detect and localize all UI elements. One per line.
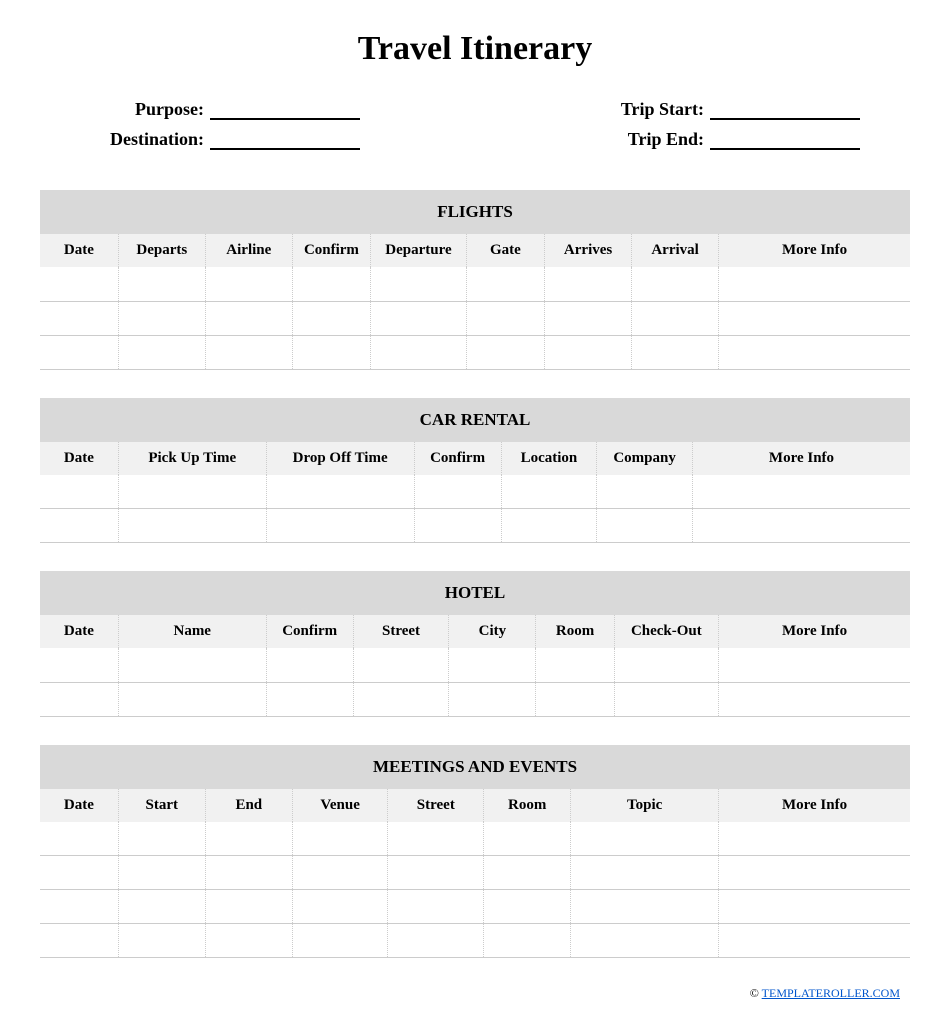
table-row[interactable] bbox=[40, 822, 910, 856]
table-row[interactable] bbox=[40, 924, 910, 958]
table-row[interactable] bbox=[40, 856, 910, 890]
flights-col-moreinfo: More Info bbox=[719, 234, 910, 267]
table-row[interactable] bbox=[40, 301, 910, 335]
flights-col-departs: Departs bbox=[118, 234, 205, 267]
meet-col-start: Start bbox=[118, 789, 205, 822]
flights-col-date: Date bbox=[40, 234, 118, 267]
hotel-col-city: City bbox=[449, 615, 536, 648]
meet-col-venue: Venue bbox=[292, 789, 388, 822]
hotel-col-room: Room bbox=[536, 615, 614, 648]
car-col-location: Location bbox=[501, 442, 597, 475]
car-col-date: Date bbox=[40, 442, 118, 475]
flights-col-arrival: Arrival bbox=[632, 234, 719, 267]
flights-col-confirm: Confirm bbox=[292, 234, 370, 267]
car-rental-table: Date Pick Up Time Drop Off Time Confirm … bbox=[40, 442, 910, 544]
hotel-col-name: Name bbox=[118, 615, 266, 648]
hotel-col-moreinfo: More Info bbox=[719, 615, 910, 648]
meet-col-topic: Topic bbox=[571, 789, 719, 822]
table-row[interactable] bbox=[40, 890, 910, 924]
car-col-moreinfo: More Info bbox=[692, 442, 910, 475]
car-rental-section: CAR RENTAL Date Pick Up Time Drop Off Ti… bbox=[40, 398, 910, 544]
flights-section: FLIGHTS Date Departs Airline Confirm Dep… bbox=[40, 190, 910, 370]
hotel-title: HOTEL bbox=[40, 571, 910, 615]
page-title: Travel Itinerary bbox=[40, 30, 910, 68]
hotel-table: Date Name Confirm Street City Room Check… bbox=[40, 615, 910, 717]
flights-table: Date Departs Airline Confirm Departure G… bbox=[40, 234, 910, 370]
meetings-title: MEETINGS AND EVENTS bbox=[40, 745, 910, 789]
meetings-table: Date Start End Venue Street Room Topic M… bbox=[40, 789, 910, 959]
car-col-pickup: Pick Up Time bbox=[118, 442, 266, 475]
hotel-section: HOTEL Date Name Confirm Street City Room… bbox=[40, 571, 910, 717]
meet-col-street: Street bbox=[388, 789, 484, 822]
table-row[interactable] bbox=[40, 475, 910, 509]
destination-label: Destination: bbox=[90, 129, 210, 150]
trip-end-input[interactable] bbox=[710, 128, 860, 150]
destination-input[interactable] bbox=[210, 128, 360, 150]
footer-link[interactable]: TEMPLATEROLLER.COM bbox=[762, 986, 900, 1000]
hotel-col-street: Street bbox=[353, 615, 449, 648]
meet-col-date: Date bbox=[40, 789, 118, 822]
car-col-dropoff: Drop Off Time bbox=[266, 442, 414, 475]
table-row[interactable] bbox=[40, 267, 910, 301]
meet-col-moreinfo: More Info bbox=[719, 789, 910, 822]
table-row[interactable] bbox=[40, 335, 910, 369]
purpose-label: Purpose: bbox=[90, 99, 210, 120]
hotel-col-checkout: Check-Out bbox=[614, 615, 718, 648]
meet-col-end: End bbox=[205, 789, 292, 822]
meetings-section: MEETINGS AND EVENTS Date Start End Venue… bbox=[40, 745, 910, 959]
flights-col-arrives: Arrives bbox=[545, 234, 632, 267]
flights-col-airline: Airline bbox=[205, 234, 292, 267]
footer: © TEMPLATEROLLER.COM bbox=[40, 986, 910, 1001]
trip-end-label: Trip End: bbox=[590, 129, 710, 150]
hotel-col-confirm: Confirm bbox=[266, 615, 353, 648]
table-row[interactable] bbox=[40, 682, 910, 716]
header-fields: Purpose: Destination: Trip Start: Trip E… bbox=[90, 98, 860, 150]
table-row[interactable] bbox=[40, 648, 910, 682]
car-col-company: Company bbox=[597, 442, 693, 475]
car-col-confirm: Confirm bbox=[414, 442, 501, 475]
flights-col-gate: Gate bbox=[466, 234, 544, 267]
car-rental-title: CAR RENTAL bbox=[40, 398, 910, 442]
trip-start-input[interactable] bbox=[710, 98, 860, 120]
meet-col-room: Room bbox=[484, 789, 571, 822]
trip-start-label: Trip Start: bbox=[590, 99, 710, 120]
hotel-col-date: Date bbox=[40, 615, 118, 648]
flights-col-departure: Departure bbox=[371, 234, 467, 267]
flights-title: FLIGHTS bbox=[40, 190, 910, 234]
copyright-symbol: © bbox=[750, 986, 759, 1000]
purpose-input[interactable] bbox=[210, 98, 360, 120]
table-row[interactable] bbox=[40, 509, 910, 543]
